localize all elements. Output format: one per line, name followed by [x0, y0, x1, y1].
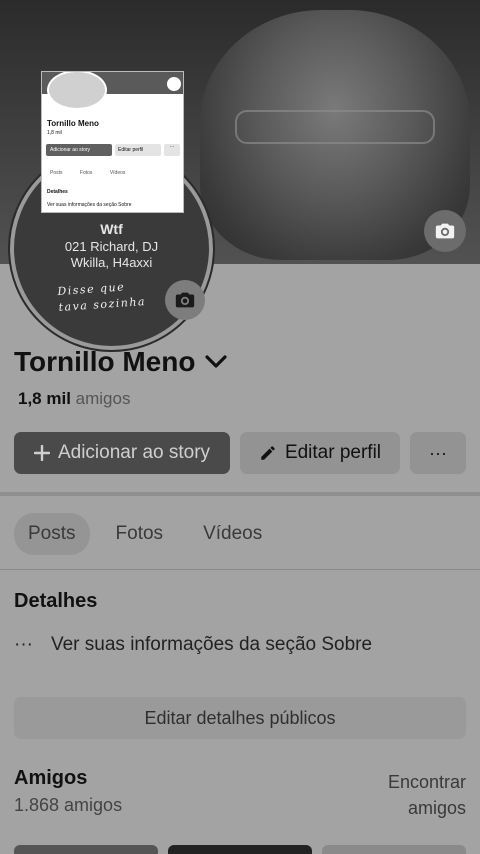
tab-videos[interactable]: Vídeos: [189, 513, 276, 555]
edit-avatar-button[interactable]: [165, 280, 205, 320]
tab-posts[interactable]: Posts: [14, 513, 90, 555]
plus-icon: [33, 445, 50, 461]
find-friends-line1: Encontrar: [387, 772, 466, 792]
inset-more: ···: [164, 144, 180, 156]
inset-add-story: Adicionar ao story: [46, 144, 112, 156]
inset-edit-profile: Editar perfil: [115, 144, 161, 156]
inset-tab-videos: Vídeos: [109, 170, 126, 176]
find-friends-line2: amigos: [407, 798, 466, 818]
camera-icon: [435, 223, 455, 239]
friend-thumbnail[interactable]: [14, 845, 158, 854]
add-story-button[interactable]: Adicionar ao story: [14, 432, 230, 474]
about-info-row[interactable]: ··· Ver suas informações da seção Sobre: [14, 634, 372, 656]
edit-profile-label: Editar perfil: [284, 442, 382, 463]
profile-name: Tornillo Meno: [14, 346, 196, 377]
find-friends-link[interactable]: Encontrar amigos: [388, 769, 466, 821]
inset-tab-posts: Posts: [50, 170, 63, 176]
inset-details-title: Detalhes: [47, 189, 68, 195]
friend-thumbnail[interactable]: [322, 845, 466, 854]
inset-avatar: [47, 72, 107, 110]
avatar-text-line2: 021 Richard, DJ: [64, 239, 159, 254]
more-options-button[interactable]: ···: [410, 432, 466, 474]
about-info-label: Ver suas informações da seção Sobre: [50, 634, 373, 655]
avatar-text-line3: Wkilla, H4axxi: [70, 255, 153, 270]
more-dots-icon: ···: [14, 634, 33, 655]
inset-info: Ver suas informações da seção Sobre: [47, 202, 132, 208]
friends-label: amigos: [75, 389, 131, 408]
profile-tabs: Posts Fotos Vídeos: [14, 513, 276, 555]
pencil-icon: [261, 446, 275, 460]
more-dots-icon: ···: [429, 442, 447, 463]
friends-section-title: Amigos: [14, 767, 88, 789]
inset-profile-screenshot: Tornillo Meno 1,8 mil Adicionar ao story…: [41, 71, 184, 213]
avatar-handwritten-text: Disse que tava sozinha: [57, 278, 147, 316]
friends-summary[interactable]: 1,8 mil amigos: [18, 389, 130, 409]
camera-icon: [167, 77, 181, 91]
cover-photo-detail: [235, 110, 435, 144]
add-story-label: Adicionar ao story: [57, 442, 211, 463]
friend-thumbnail[interactable]: [168, 845, 312, 854]
edit-cover-photo-button[interactable]: [424, 210, 466, 252]
section-divider: [0, 492, 480, 496]
camera-icon: [175, 292, 195, 308]
friends-section-count: 1.868 amigos: [14, 795, 123, 815]
inset-tabs: Posts Fotos Vídeos: [50, 170, 141, 176]
edit-profile-button[interactable]: Editar perfil: [240, 432, 400, 474]
edit-public-details-button[interactable]: Editar detalhes públicos: [14, 697, 466, 739]
avatar-text-lines: 021 Richard, DJ Wkilla, H4axxi: [14, 239, 209, 271]
chevron-down-icon[interactable]: [205, 355, 228, 369]
inset-friends: 1,8 mil: [47, 130, 62, 136]
inset-name: Tornillo Meno: [47, 119, 99, 128]
profile-name-row[interactable]: Tornillo Meno: [14, 346, 228, 378]
tabs-separator: [0, 569, 480, 570]
friends-count: 1,8 mil: [18, 389, 71, 408]
details-title: Detalhes: [14, 590, 98, 612]
avatar-text-line1: Wtf: [100, 221, 123, 237]
tab-photos[interactable]: Fotos: [102, 513, 178, 555]
inset-tab-photos: Fotos: [79, 170, 93, 176]
